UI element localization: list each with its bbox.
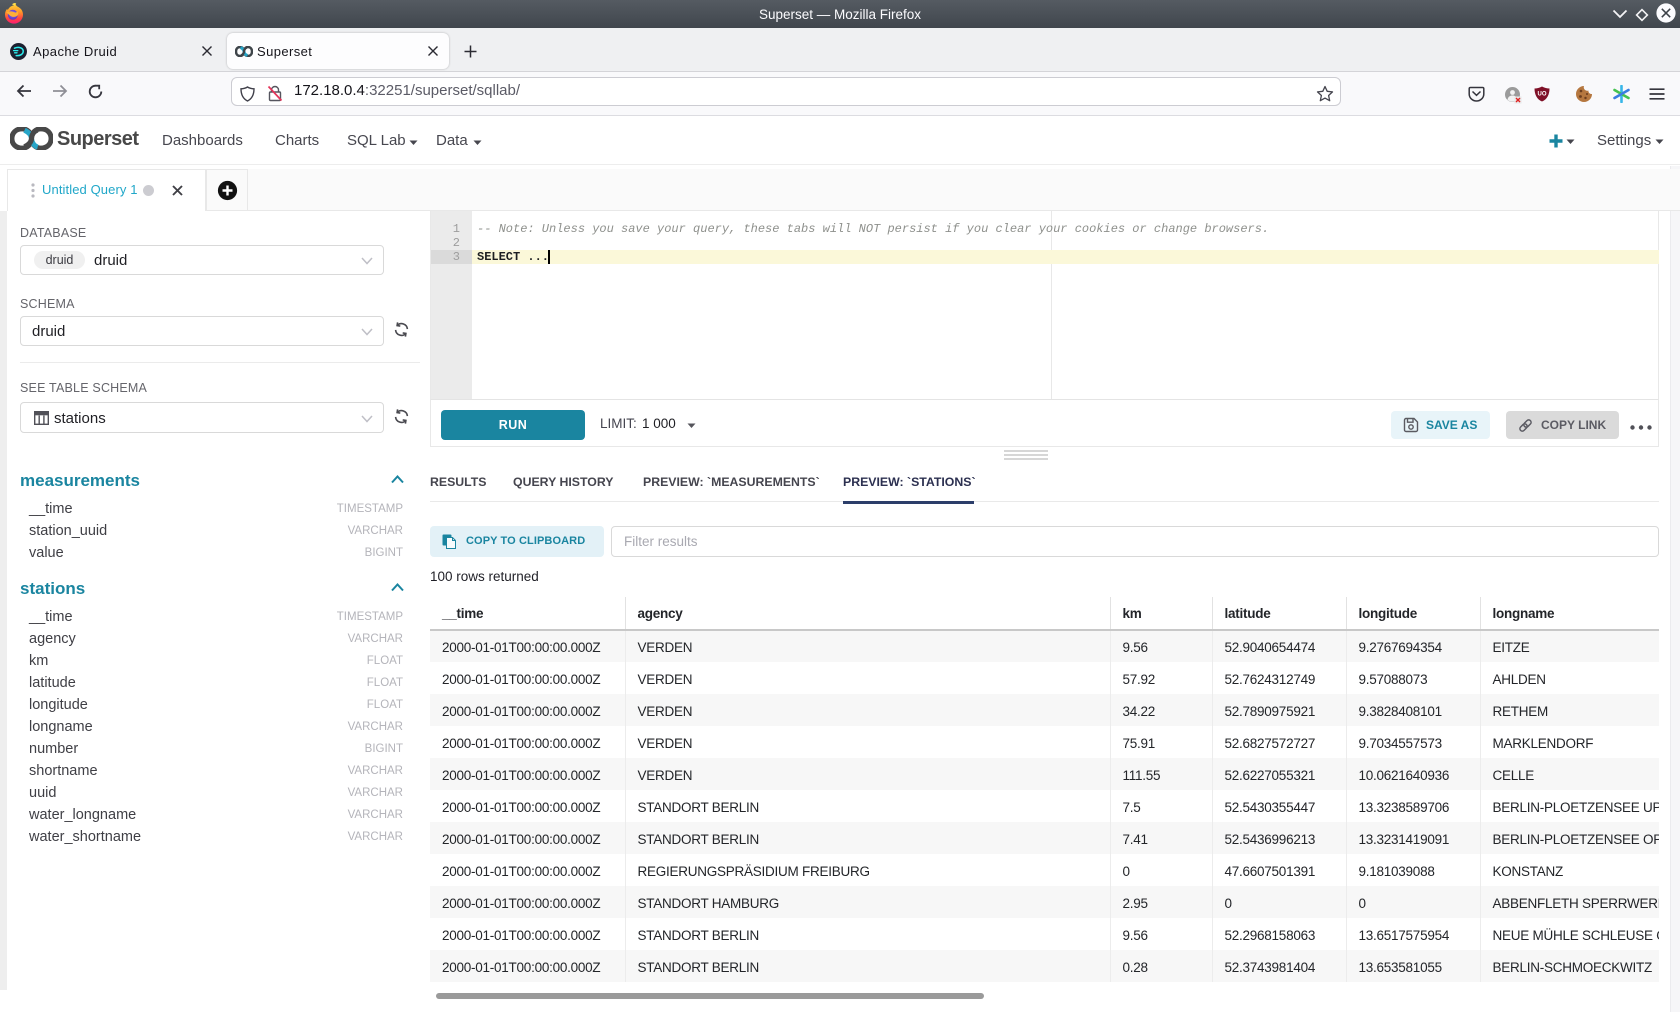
- svg-text:UO: UO: [1538, 92, 1547, 98]
